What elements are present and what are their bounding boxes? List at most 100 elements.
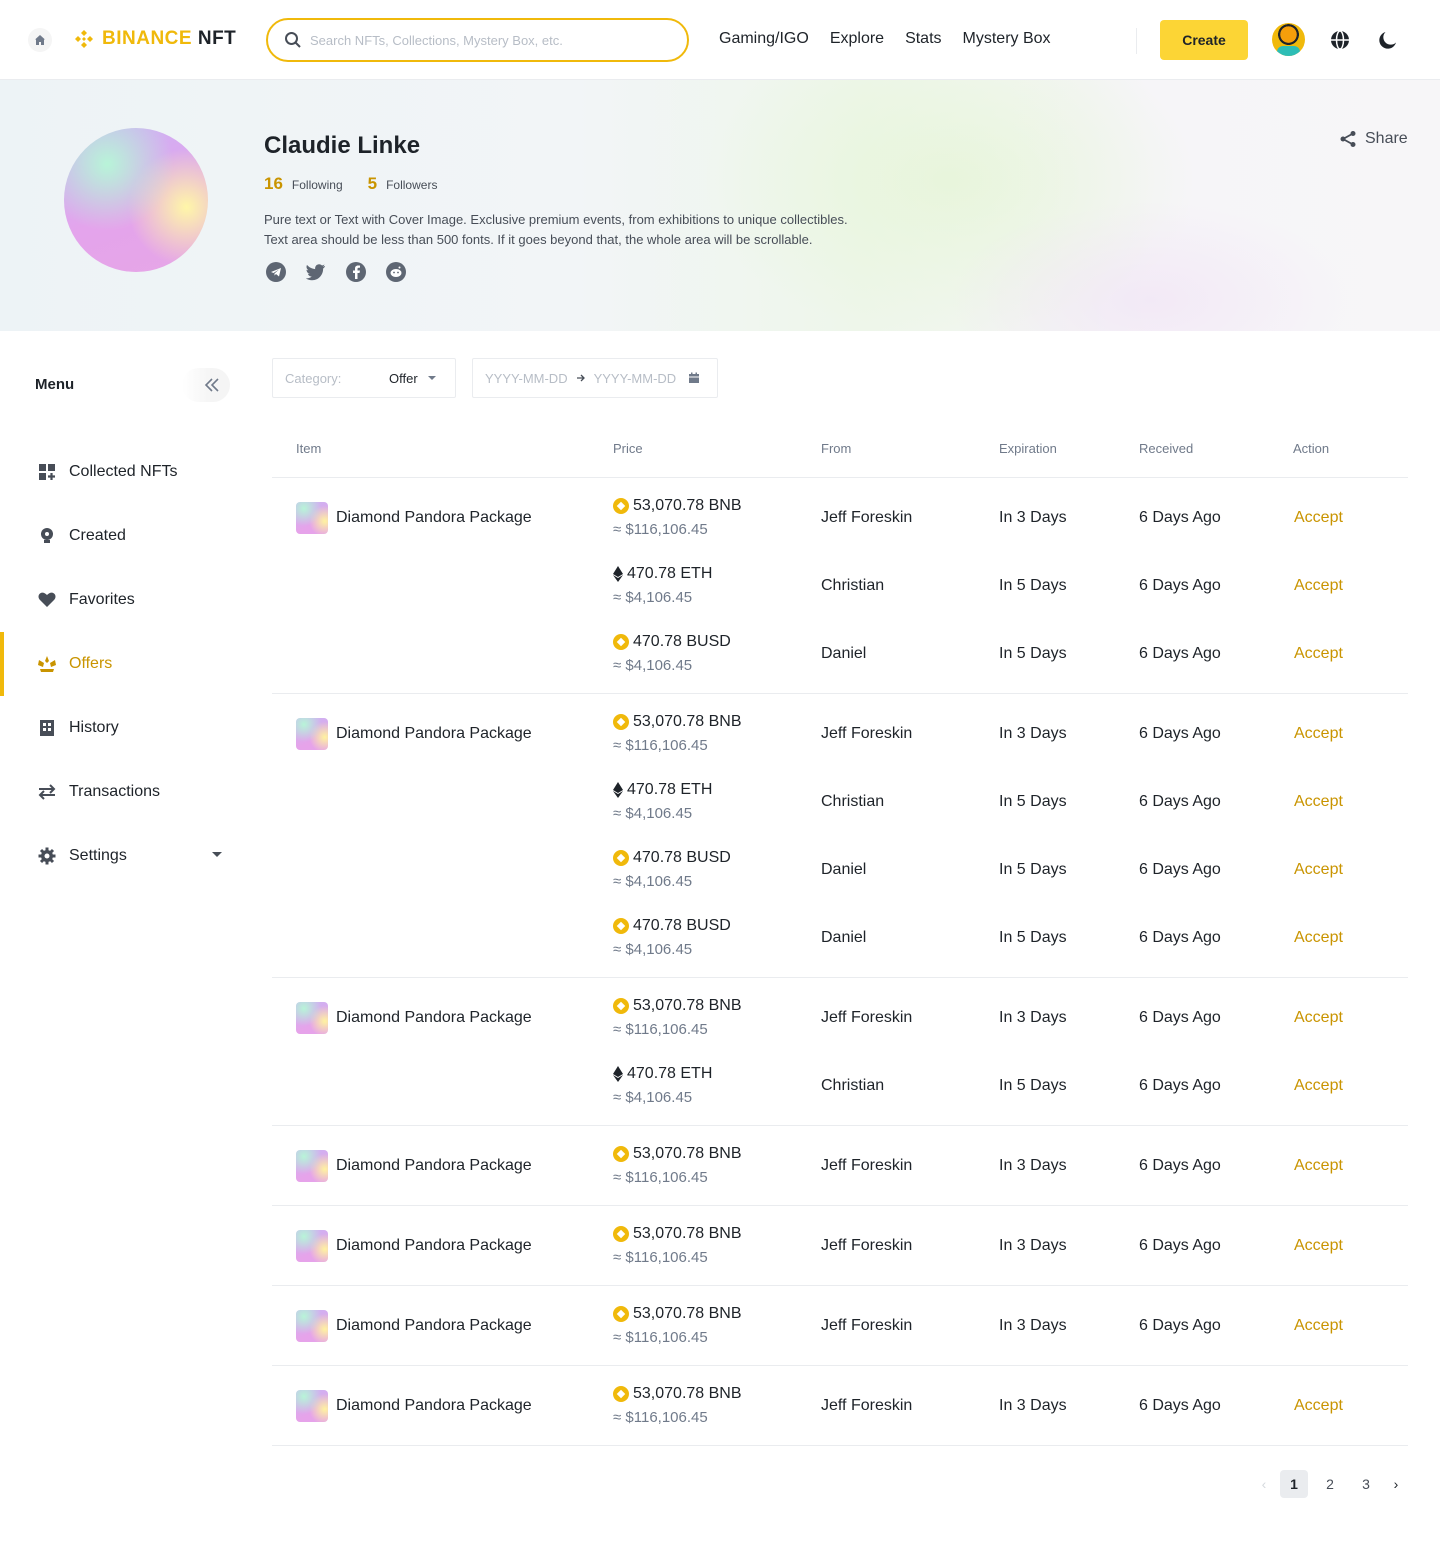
accept-button[interactable]: Accept	[1294, 858, 1343, 882]
accept-button[interactable]: Accept	[1294, 790, 1343, 814]
accept-button[interactable]: Accept	[1294, 926, 1343, 950]
expiration-cell: In 5 Days	[999, 929, 1067, 946]
moon-icon[interactable]	[1376, 28, 1400, 52]
price-cell: 53,070.78 BNB ≈ $116,106.45	[613, 1222, 742, 1270]
table-row: 470.78 BUSD ≈ $4,106.45 Daniel In 5 Days 6 D…	[272, 846, 1408, 914]
followers-label[interactable]: Followers	[386, 178, 437, 192]
search-input[interactable]	[310, 32, 670, 48]
nav-mystery-box[interactable]: Mystery Box	[963, 30, 1051, 48]
accept-button[interactable]: Accept	[1294, 1394, 1343, 1418]
from-cell[interactable]: Jeff Foreskin	[821, 1314, 912, 1338]
sidebar-item-offers[interactable]: Offers	[0, 632, 240, 696]
search-bar[interactable]	[266, 18, 689, 62]
accept-button[interactable]: Accept	[1294, 1234, 1343, 1258]
reddit-icon[interactable]	[386, 262, 406, 282]
column-header-action: Action	[1293, 441, 1330, 456]
from-cell[interactable]: Jeff Foreskin	[821, 1234, 912, 1258]
nav-explore[interactable]: Explore	[830, 30, 884, 48]
from-cell[interactable]: Jeff Foreskin	[821, 1394, 912, 1418]
nav-gaming-igo[interactable]: Gaming/IGO	[719, 30, 809, 48]
sidebar-item-favorites[interactable]: Favorites	[0, 568, 240, 632]
from-cell[interactable]: Christian	[821, 1074, 884, 1098]
accept-button[interactable]: Accept	[1294, 1006, 1343, 1030]
price-amount: 53,070.78 BNB	[633, 1385, 742, 1402]
price-cell: 470.78 ETH ≈ $4,106.45	[613, 1062, 712, 1110]
sidebar-item-created[interactable]: Created	[0, 504, 240, 568]
price-amount: 470.78 BUSD	[633, 633, 731, 650]
received-cell: 6 Days Ago	[1139, 1077, 1221, 1094]
accept-button[interactable]: Accept	[1294, 1074, 1343, 1098]
received-cell: 6 Days Ago	[1139, 1157, 1221, 1174]
accept-button[interactable]: Accept	[1294, 1314, 1343, 1338]
received-cell: 6 Days Ago	[1139, 1237, 1221, 1254]
heart-icon	[37, 590, 57, 610]
accept-button[interactable]: Accept	[1294, 574, 1343, 598]
bnb-icon	[613, 714, 629, 730]
page-button[interactable]: 1	[1280, 1470, 1308, 1498]
sidebar-item-collected-nfts[interactable]: Collected NFTs	[0, 440, 240, 504]
price-usd: ≈ $4,106.45	[613, 805, 693, 822]
user-avatar[interactable]	[1272, 23, 1305, 56]
from-cell[interactable]: Daniel	[821, 926, 866, 950]
sidebar-collapse-button[interactable]	[182, 368, 230, 402]
date-end-input[interactable]: YYYY-MM-DD	[594, 371, 677, 386]
offer-group: Diamond Pandora Package 53,070.78 BNB ≈ $1…	[272, 478, 1408, 694]
date-range-picker[interactable]: YYYY-MM-DD YYYY-MM-DD	[472, 358, 718, 398]
eth-icon	[613, 1066, 623, 1082]
sidebar-item-settings[interactable]: Settings	[0, 824, 240, 888]
calendar-icon[interactable]	[688, 372, 700, 384]
from-cell[interactable]: Jeff Foreskin	[821, 722, 912, 746]
price-usd: ≈ $116,106.45	[613, 521, 708, 538]
page-button[interactable]: 3	[1352, 1470, 1380, 1498]
price-amount: 53,070.78 BNB	[633, 997, 742, 1014]
from-cell[interactable]: Jeff Foreskin	[821, 506, 912, 530]
expiration-cell: In 3 Days	[999, 1237, 1067, 1254]
nav-stats[interactable]: Stats	[905, 30, 941, 48]
transfer-icon	[37, 782, 57, 802]
share-label: Share	[1365, 130, 1408, 147]
binance-nft-logo[interactable]: BINANCE NFT	[72, 27, 236, 51]
price-cell: 470.78 BUSD ≈ $4,106.45	[613, 846, 731, 894]
following-count[interactable]: 16	[264, 174, 283, 194]
bnb-icon	[613, 1146, 629, 1162]
accept-button[interactable]: Accept	[1294, 722, 1343, 746]
sidebar-item-label: Transactions	[69, 783, 160, 800]
profile-bio: Pure text or Text with Cover Image. Excl…	[264, 210, 924, 250]
create-button[interactable]: Create	[1160, 20, 1248, 60]
accept-button[interactable]: Accept	[1294, 506, 1343, 530]
followers-count[interactable]: 5	[368, 174, 377, 194]
home-button[interactable]	[28, 28, 52, 52]
next-page-button[interactable]: ›	[1388, 1470, 1404, 1498]
prev-page-button[interactable]: ‹	[1256, 1470, 1272, 1498]
page-button[interactable]: 2	[1316, 1470, 1344, 1498]
table-row: 53,070.78 BNB ≈ $116,106.45 Jeff Foreskin I…	[272, 494, 1408, 562]
accept-button[interactable]: Accept	[1294, 642, 1343, 666]
expiration-cell: In 5 Days	[999, 645, 1067, 662]
chevron-down-icon[interactable]	[212, 852, 222, 857]
from-cell[interactable]: Jeff Foreskin	[821, 1154, 912, 1178]
from-cell[interactable]: Daniel	[821, 642, 866, 666]
globe-icon[interactable]	[1328, 28, 1352, 52]
price-cell: 53,070.78 BNB ≈ $116,106.45	[613, 1142, 742, 1190]
table-row: 470.78 BUSD ≈ $4,106.45 Daniel In 5 Days 6 D…	[272, 630, 1408, 698]
sidebar-item-label: Offers	[69, 655, 113, 672]
category-value: Offer	[389, 370, 418, 386]
twitter-icon[interactable]	[306, 262, 326, 282]
share-button[interactable]: Share	[1339, 130, 1408, 148]
accept-button[interactable]: Accept	[1294, 1154, 1343, 1178]
sidebar-item-history[interactable]: History	[0, 696, 240, 760]
from-cell[interactable]: Jeff Foreskin	[821, 1006, 912, 1030]
from-cell[interactable]: Christian	[821, 790, 884, 814]
from-cell[interactable]: Christian	[821, 574, 884, 598]
busd-icon	[613, 634, 629, 650]
facebook-icon[interactable]	[346, 262, 366, 282]
received-cell: 6 Days Ago	[1139, 929, 1221, 946]
from-cell[interactable]: Daniel	[821, 858, 866, 882]
sidebar-item-transactions[interactable]: Transactions	[0, 760, 240, 824]
category-select[interactable]: Category: Offer	[272, 358, 456, 398]
following-label[interactable]: Following	[292, 178, 343, 192]
telegram-icon[interactable]	[266, 262, 286, 282]
bnb-icon	[613, 998, 629, 1014]
price-amount: 470.78 BUSD	[633, 849, 731, 866]
date-start-input[interactable]: YYYY-MM-DD	[485, 371, 568, 386]
